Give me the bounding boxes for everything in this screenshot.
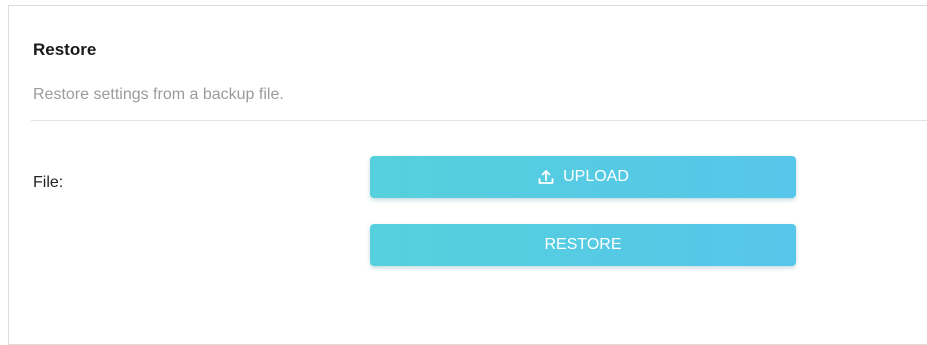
divider	[31, 120, 927, 121]
upload-button[interactable]: UPLOAD	[370, 156, 796, 198]
file-label: File:	[33, 174, 64, 191]
section-title: Restore	[33, 40, 97, 59]
restore-button[interactable]: RESTORE	[370, 224, 796, 266]
upload-button-label: UPLOAD	[563, 168, 629, 185]
restore-button-label: RESTORE	[544, 236, 622, 253]
upload-icon	[537, 168, 555, 186]
section-description: Restore settings from a backup file.	[33, 86, 284, 103]
restore-panel: Restore Restore settings from a backup f…	[8, 5, 927, 345]
